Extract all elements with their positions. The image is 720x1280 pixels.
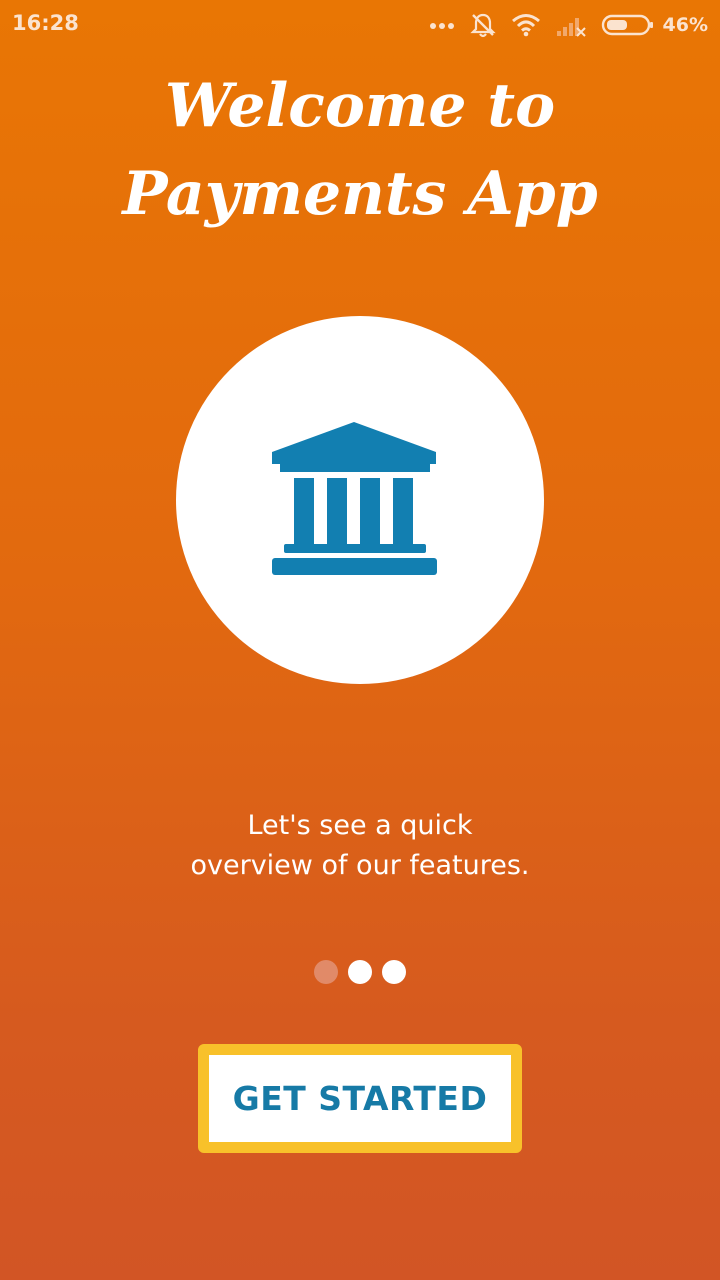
feature-description: Let's see a quick overview of our featur… <box>60 806 660 886</box>
alarm-off-icon <box>469 11 497 39</box>
description-line2: overview of our features. <box>190 850 530 881</box>
get-started-label: GET STARTED <box>232 1079 488 1118</box>
status-icons: 46% <box>429 9 708 41</box>
page-dot-3[interactable] <box>382 960 406 984</box>
description-line1: Let's see a quick <box>247 810 473 841</box>
status-bar: 16:28 46% <box>0 0 720 50</box>
no-signal-icon <box>555 13 587 37</box>
welcome-title: Welcome to Payments App <box>0 62 720 238</box>
hero-illustration <box>176 316 544 684</box>
page-indicator <box>0 960 720 984</box>
bank-icon <box>272 422 437 575</box>
welcome-title-line2: Payments App <box>122 159 598 229</box>
battery-percent: 46% <box>662 14 708 36</box>
get-started-button[interactable]: GET STARTED <box>198 1044 522 1153</box>
status-time: 16:28 <box>12 11 79 35</box>
page-dot-1[interactable] <box>314 960 338 984</box>
wifi-icon <box>511 13 541 37</box>
page-dot-2[interactable] <box>348 960 372 984</box>
battery-icon <box>601 13 655 37</box>
more-dots-icon <box>429 20 455 30</box>
welcome-title-line1: Welcome to <box>164 71 556 141</box>
